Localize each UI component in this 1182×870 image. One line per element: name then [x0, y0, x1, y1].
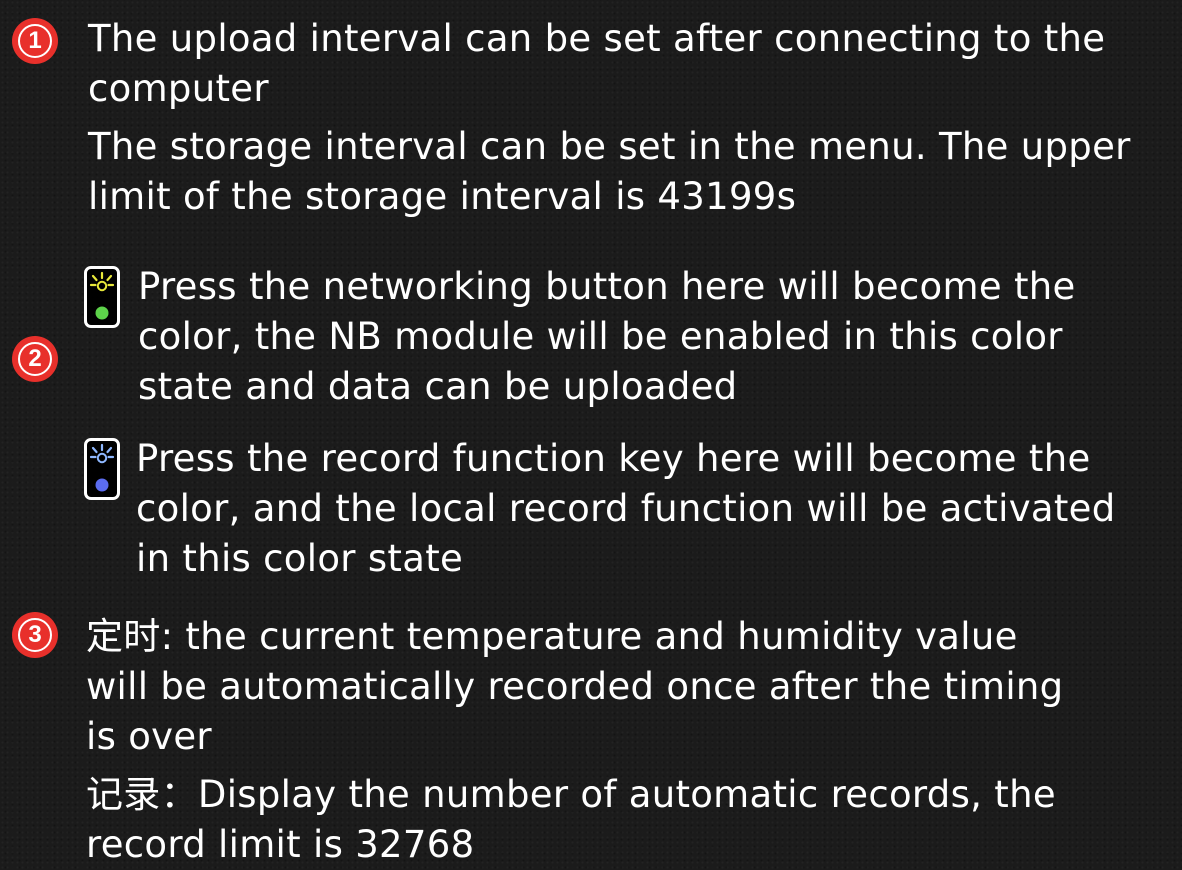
timing-line: 定时: the current temperature and humidity…: [86, 615, 1018, 658]
record-line: Press the record function key here will …: [136, 437, 1091, 480]
section-2-marker-number: 2: [18, 342, 52, 376]
timing-line: is over: [86, 715, 212, 758]
section-1-marker-number: 1: [18, 24, 52, 58]
section-1-line: limit of the storage interval is 43199s: [88, 175, 797, 218]
networking-line: Press the networking button here will be…: [138, 265, 1076, 308]
record-line: in this color state: [136, 537, 464, 580]
section-3-text: 定时: the current temperature and humidity…: [86, 612, 1063, 870]
section-1-line: computer: [88, 67, 269, 110]
section-1-line: The upload interval can be set after con…: [88, 17, 1106, 60]
section-1-marker: 1: [12, 18, 58, 64]
record-count-line: record limit is 32768: [86, 823, 475, 866]
record-line: color, and the local record function wil…: [136, 487, 1116, 530]
blue-led-indicator-icon: [84, 438, 120, 500]
networking-line: state and data can be uploaded: [138, 365, 738, 408]
record-count-line: 记录：Display the number of automatic recor…: [86, 773, 1056, 816]
section-3-marker-number: 3: [18, 618, 52, 652]
record-description: Press the record function key here will …: [136, 434, 1116, 584]
section-2-marker: 2: [12, 336, 58, 382]
timing-line: will be automatically recorded once afte…: [86, 665, 1064, 708]
section-3-marker: 3: [12, 612, 58, 658]
section-1-text: The upload interval can be set after con…: [88, 14, 1131, 222]
networking-line: color, the NB module will be enabled in …: [138, 315, 1063, 358]
networking-description: Press the networking button here will be…: [138, 262, 1076, 412]
green-led-indicator-icon: [84, 266, 120, 328]
section-1-line: The storage interval can be set in the m…: [88, 125, 1131, 168]
